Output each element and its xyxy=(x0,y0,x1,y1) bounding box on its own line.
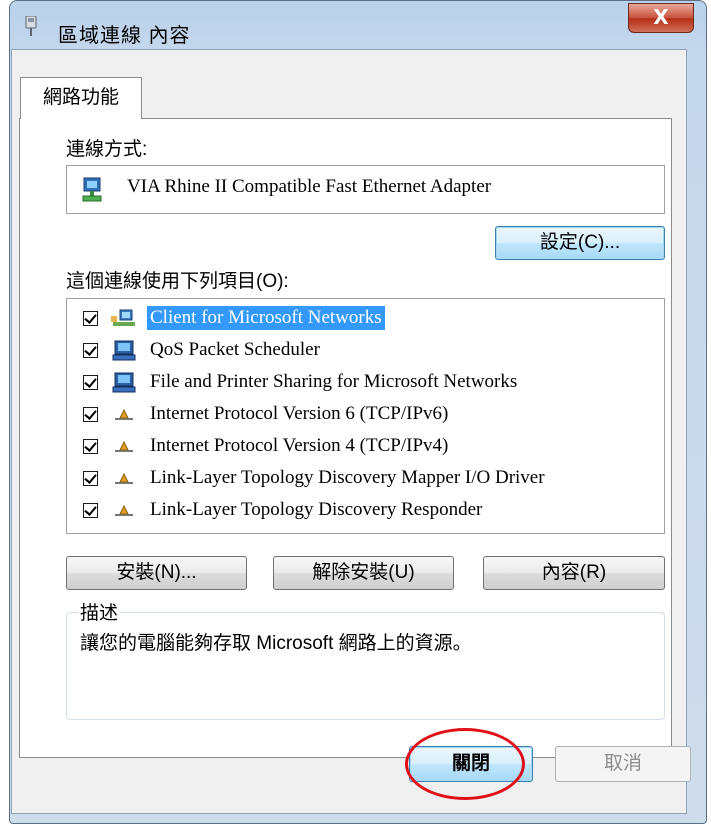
item-checkbox[interactable] xyxy=(83,471,98,486)
item-checkbox[interactable] xyxy=(83,343,98,358)
list-item[interactable]: Internet Protocol Version 6 (TCP/IPv6) xyxy=(67,400,664,432)
list-item[interactable]: Client for Microsoft Networks xyxy=(67,304,664,336)
item-checkbox[interactable] xyxy=(83,439,98,454)
network-connection-icon xyxy=(25,16,37,36)
item-label: QoS Packet Scheduler xyxy=(150,339,320,360)
items-list[interactable]: Client for Microsoft Networks QoS Packet… xyxy=(66,298,665,534)
description-legend: 描述 xyxy=(78,598,121,625)
item-checkbox[interactable] xyxy=(83,407,98,422)
protocol-icon xyxy=(115,408,133,420)
uninstall-button[interactable]: 解除安裝(U) xyxy=(273,556,454,590)
adapter-field: VIA Rhine II Compatible Fast Ethernet Ad… xyxy=(66,165,665,214)
cancel-button[interactable]: 取消 xyxy=(555,746,691,782)
network-client-icon xyxy=(111,309,135,326)
description-text: 讓您的電腦能夠存取 Microsoft 網路上的資源。 xyxy=(80,633,472,654)
list-item[interactable]: QoS Packet Scheduler xyxy=(67,336,664,368)
annotation-circle xyxy=(405,728,525,800)
item-label: Client for Microsoft Networks xyxy=(147,306,385,330)
computer-service-icon xyxy=(112,340,136,361)
adapter-name: VIA Rhine II Compatible Fast Ethernet Ad… xyxy=(127,176,492,197)
item-label: Link-Layer Topology Discovery Mapper I/O… xyxy=(150,467,545,488)
window-title: 區域連線 內容 xyxy=(58,25,191,47)
list-item[interactable]: File and Printer Sharing for Microsoft N… xyxy=(67,368,664,400)
item-label: Link-Layer Topology Discovery Responder xyxy=(150,499,483,520)
item-checkbox[interactable] xyxy=(83,311,98,326)
items-list-label: 這個連線使用下列項目(O): xyxy=(66,271,289,292)
item-label: Internet Protocol Version 4 (TCP/IPv4) xyxy=(150,435,449,456)
item-label: File and Printer Sharing for Microsoft N… xyxy=(150,371,518,392)
connect-using-label: 連線方式: xyxy=(66,139,148,160)
protocol-icon xyxy=(115,472,133,484)
tab-networking[interactable]: 網路功能 xyxy=(20,77,142,119)
close-window-button[interactable]: X xyxy=(628,3,694,33)
protocol-icon xyxy=(115,504,133,516)
computer-service-icon xyxy=(112,372,136,393)
item-checkbox[interactable] xyxy=(83,503,98,518)
properties-button[interactable]: 內容(R) xyxy=(483,556,665,590)
protocol-icon xyxy=(115,440,133,452)
list-item[interactable]: Internet Protocol Version 4 (TCP/IPv4) xyxy=(67,432,664,464)
list-item[interactable]: Link-Layer Topology Discovery Mapper I/O… xyxy=(67,464,664,496)
network-adapter-icon xyxy=(82,177,102,202)
item-label: Internet Protocol Version 6 (TCP/IPv6) xyxy=(150,403,449,424)
title-bar[interactable]: 區域連線 內容 X xyxy=(10,1,706,53)
item-checkbox[interactable] xyxy=(83,375,98,390)
configure-button[interactable]: 設定(C)... xyxy=(495,226,665,260)
list-item[interactable]: Link-Layer Topology Discovery Responder xyxy=(67,496,664,528)
install-button[interactable]: 安裝(N)... xyxy=(66,556,247,590)
